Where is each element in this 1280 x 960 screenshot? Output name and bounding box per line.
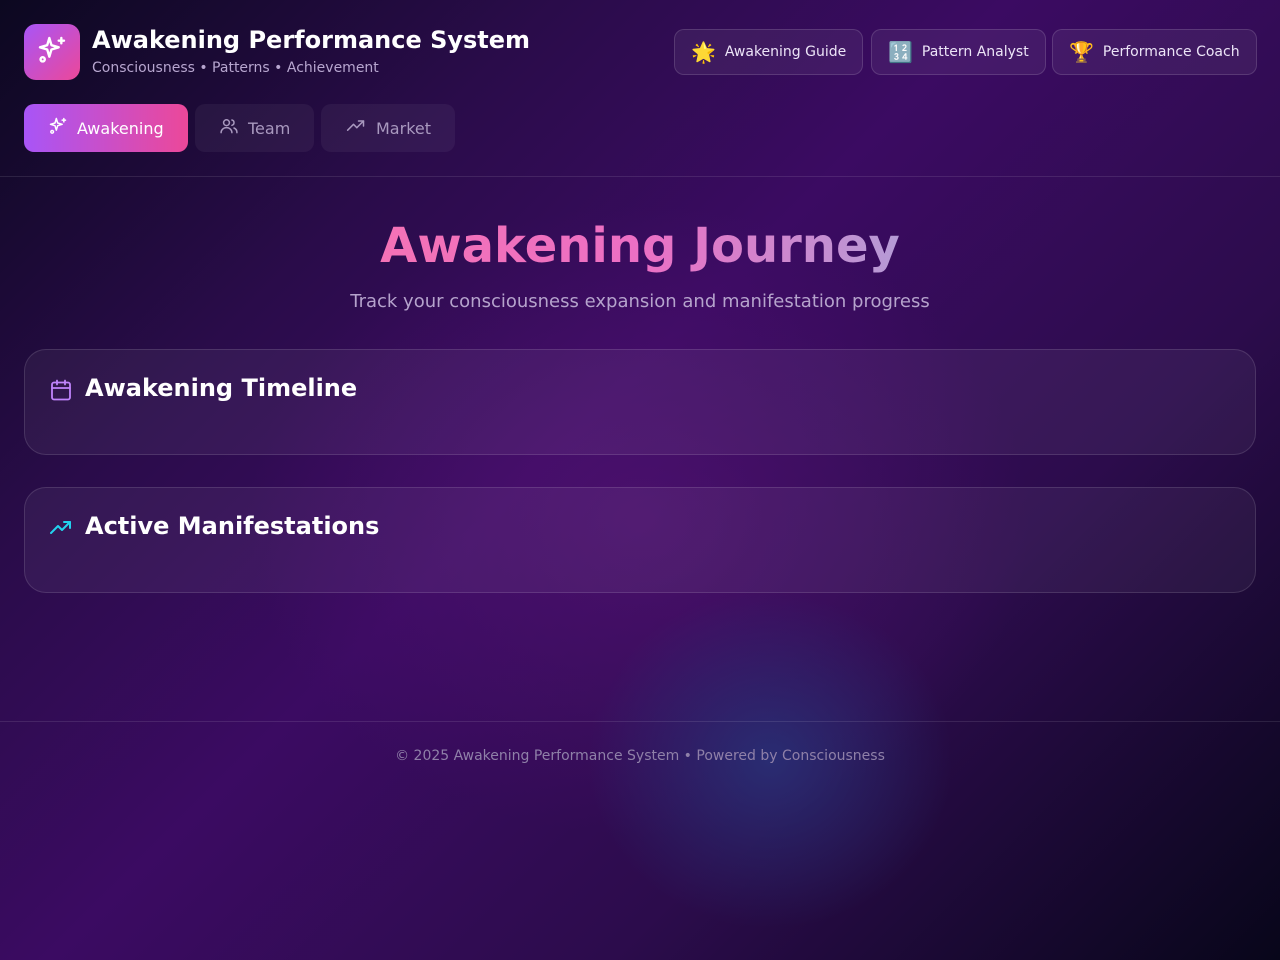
footer-text: © 2025 Awakening Performance System • Po…: [395, 748, 885, 764]
page-title-text: Awakening Journey: [380, 218, 900, 274]
app-subtitle: Consciousness • Patterns • Achievement: [92, 60, 379, 76]
app-header: Awakening Performance System Consciousne…: [0, 0, 1280, 177]
tab-team[interactable]: Team: [195, 104, 315, 152]
app-title: Awakening Performance System: [92, 26, 531, 54]
tab-label: Team: [248, 118, 291, 138]
pattern-analyst-button[interactable]: 🔢 Pattern Analyst: [871, 29, 1046, 75]
page-title: Awakening Journey: [0, 218, 1280, 274]
active-manifestations-card: Active Manifestations: [24, 487, 1256, 593]
users-icon: [219, 116, 248, 140]
sparkles-icon: [48, 116, 77, 140]
tab-awakening[interactable]: Awakening: [24, 104, 188, 152]
app-logo: [24, 24, 80, 80]
page-subtitle: Track your consciousness expansion and m…: [350, 291, 930, 312]
agent-label: Awakening Guide: [724, 44, 847, 60]
agent-label: Performance Coach: [1102, 44, 1240, 60]
page-footer: © 2025 Awakening Performance System • Po…: [0, 721, 1280, 791]
card-title: Awakening Timeline: [85, 374, 358, 402]
trending-up-icon: [49, 516, 73, 544]
agent-label: Pattern Analyst: [921, 44, 1029, 60]
trending-up-icon: [345, 116, 376, 140]
star-icon: 🌟: [691, 40, 716, 64]
sparkles-icon: [36, 34, 68, 70]
awakening-guide-button[interactable]: 🌟 Awakening Guide: [674, 29, 864, 75]
numbers-icon: 🔢: [888, 40, 913, 64]
awakening-timeline-card: Awakening Timeline: [24, 349, 1256, 455]
performance-coach-button[interactable]: 🏆 Performance Coach: [1052, 29, 1257, 75]
trophy-icon: 🏆: [1069, 40, 1094, 64]
tab-label: Market: [376, 118, 431, 138]
tab-market[interactable]: Market: [321, 104, 455, 152]
card-title: Active Manifestations: [85, 512, 380, 540]
calendar-icon: [49, 378, 73, 406]
tab-label: Awakening: [77, 118, 164, 138]
